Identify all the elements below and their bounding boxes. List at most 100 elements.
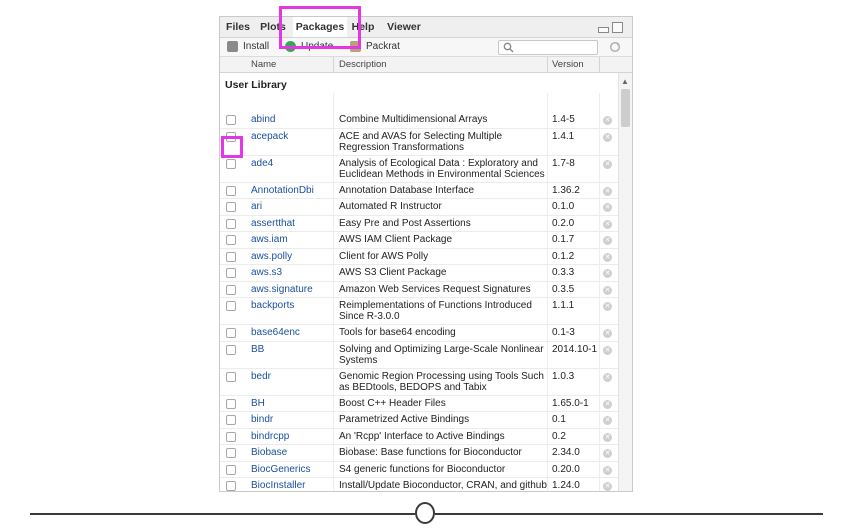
package-load-checkbox[interactable]: [226, 218, 236, 229]
package-name-link[interactable]: bindrcpp: [251, 431, 289, 442]
package-load-checkbox[interactable]: [226, 344, 236, 355]
package-load-checkbox[interactable]: [226, 371, 236, 382]
package-row: bindrcpp An 'Rcpp' Interface to Active Bi…: [220, 428, 618, 445]
remove-package-icon[interactable]: ✕: [603, 285, 612, 295]
package-version: 0.1.7: [552, 234, 575, 245]
package-name-link[interactable]: BH: [251, 398, 265, 409]
remove-package-icon[interactable]: ✕: [603, 482, 612, 491]
remove-package-icon[interactable]: ✕: [603, 132, 612, 142]
package-load-checkbox[interactable]: [226, 464, 236, 475]
package-load-checkbox[interactable]: [226, 284, 236, 295]
package-load-checkbox[interactable]: [226, 398, 236, 409]
package-load-checkbox[interactable]: [226, 431, 236, 442]
package-description: Reimplementations of Functions Introduce…: [339, 300, 532, 322]
tab-files[interactable]: Files: [226, 17, 250, 37]
package-load-checkbox[interactable]: [226, 251, 236, 262]
package-load-checkbox[interactable]: [226, 301, 236, 311]
package-name-link[interactable]: Biobase: [251, 447, 287, 458]
remove-package-icon[interactable]: ✕: [603, 203, 612, 212]
package-load-checkbox[interactable]: [226, 115, 236, 125]
package-name-link[interactable]: ade4: [251, 158, 273, 169]
package-load-checkbox[interactable]: [226, 268, 236, 278]
remove-package-icon[interactable]: ✕: [603, 372, 612, 382]
scroll-up-icon[interactable]: ▲: [621, 77, 629, 86]
package-row: BiocGenerics S4 generic functions for Bio…: [220, 461, 618, 478]
package-name-link[interactable]: aws.signature: [251, 284, 313, 295]
package-description: Automated R Instructor: [339, 201, 442, 212]
remove-package-icon[interactable]: ✕: [603, 186, 612, 196]
package-name-link[interactable]: base64enc: [251, 327, 300, 338]
remove-package-icon[interactable]: ✕: [603, 236, 612, 245]
package-name-link[interactable]: BiocInstaller: [251, 480, 305, 491]
package-description: An 'Rcpp' Interface to Active Bindings: [339, 430, 505, 442]
tab-viewer[interactable]: Viewer: [386, 17, 422, 37]
package-load-checkbox[interactable]: [226, 158, 236, 169]
minimize-pane-icon[interactable]: [598, 27, 609, 33]
package-name-link[interactable]: aws.iam: [251, 234, 288, 245]
package-description: Parametrized Active Bindings: [339, 414, 470, 425]
package-name-link[interactable]: abind: [251, 114, 275, 125]
package-row: aws.iam AWS IAM Client Package 0.1.7 ✕: [220, 231, 618, 249]
remove-package-icon[interactable]: ✕: [603, 449, 612, 458]
remove-package-icon[interactable]: ✕: [603, 432, 612, 442]
package-name-link[interactable]: aws.s3: [251, 267, 282, 278]
remove-package-icon[interactable]: ✕: [603, 465, 612, 475]
package-version: 2.34.0: [552, 447, 580, 458]
package-load-checkbox[interactable]: [226, 202, 236, 212]
remove-package-icon[interactable]: ✕: [603, 219, 612, 229]
package-version: 0.1.2: [552, 250, 575, 262]
package-name-link[interactable]: acepack: [251, 131, 288, 142]
package-name-link[interactable]: AnnotationDbi: [251, 185, 314, 196]
remove-package-icon[interactable]: ✕: [603, 252, 612, 262]
packages-tab-highlight: [279, 6, 361, 49]
vertical-scrollbar[interactable]: ▲: [618, 73, 632, 491]
package-load-checkbox[interactable]: [226, 235, 236, 245]
package-name-link[interactable]: bedr: [251, 371, 271, 382]
package-load-checkbox[interactable]: [226, 328, 236, 338]
maximize-pane-icon[interactable]: [612, 22, 623, 33]
column-description[interactable]: Description: [339, 57, 387, 72]
package-version: 1.4-5: [552, 114, 575, 125]
package-row: bindr Parametrized Active Bindings 0.1 ✕: [220, 411, 618, 429]
package-version: 1.36.2: [552, 184, 580, 196]
package-row: aws.signature Amazon Web Services Request…: [220, 281, 618, 298]
scroll-thumb[interactable]: [621, 89, 630, 127]
package-version: 0.1-3: [552, 327, 575, 338]
remove-package-icon[interactable]: ✕: [603, 269, 612, 278]
package-name-link[interactable]: BiocGenerics: [251, 464, 310, 475]
package-row: Biobase Biobase: Base functions for Bioco…: [220, 444, 618, 462]
column-header: Name Description Version: [220, 57, 632, 73]
timeline-scrubber-handle[interactable]: [415, 502, 435, 524]
remove-package-icon[interactable]: ✕: [603, 416, 612, 425]
package-name-link[interactable]: BB: [251, 344, 264, 355]
column-name[interactable]: Name: [251, 57, 276, 72]
package-search-input[interactable]: [498, 40, 598, 55]
remove-package-icon[interactable]: ✕: [603, 345, 612, 355]
packrat-label: Packrat: [366, 41, 400, 52]
package-name-link[interactable]: aws.polly: [251, 251, 292, 262]
package-description: Analysis of Ecological Data : Explorator…: [339, 157, 545, 180]
remove-package-icon[interactable]: ✕: [603, 116, 612, 125]
package-name-link[interactable]: ari: [251, 201, 262, 212]
package-name-link[interactable]: bindr: [251, 414, 273, 425]
package-load-checkbox[interactable]: [226, 448, 236, 458]
install-label: Install: [243, 41, 270, 52]
remove-package-icon[interactable]: ✕: [603, 329, 612, 338]
timeline-track-left: [30, 513, 415, 515]
refresh-icon[interactable]: [609, 41, 621, 53]
package-version: 0.1: [552, 414, 566, 425]
remove-package-icon[interactable]: ✕: [603, 302, 612, 311]
remove-package-icon[interactable]: ✕: [603, 159, 612, 169]
checkbox-highlight: [221, 136, 243, 158]
package-row: aws.s3 AWS S3 Client Package 0.3.3 ✕: [220, 264, 618, 282]
remove-package-icon[interactable]: ✕: [603, 399, 612, 409]
package-description: AWS IAM Client Package: [339, 234, 453, 245]
package-name-link[interactable]: assertthat: [251, 218, 295, 229]
column-version[interactable]: Version: [552, 57, 584, 72]
search-icon: [503, 42, 514, 53]
package-version: 1.65.0-1: [552, 397, 589, 409]
package-load-checkbox[interactable]: [226, 185, 236, 196]
package-name-link[interactable]: backports: [251, 300, 294, 311]
package-load-checkbox[interactable]: [226, 415, 236, 425]
package-load-checkbox[interactable]: [226, 481, 236, 491]
